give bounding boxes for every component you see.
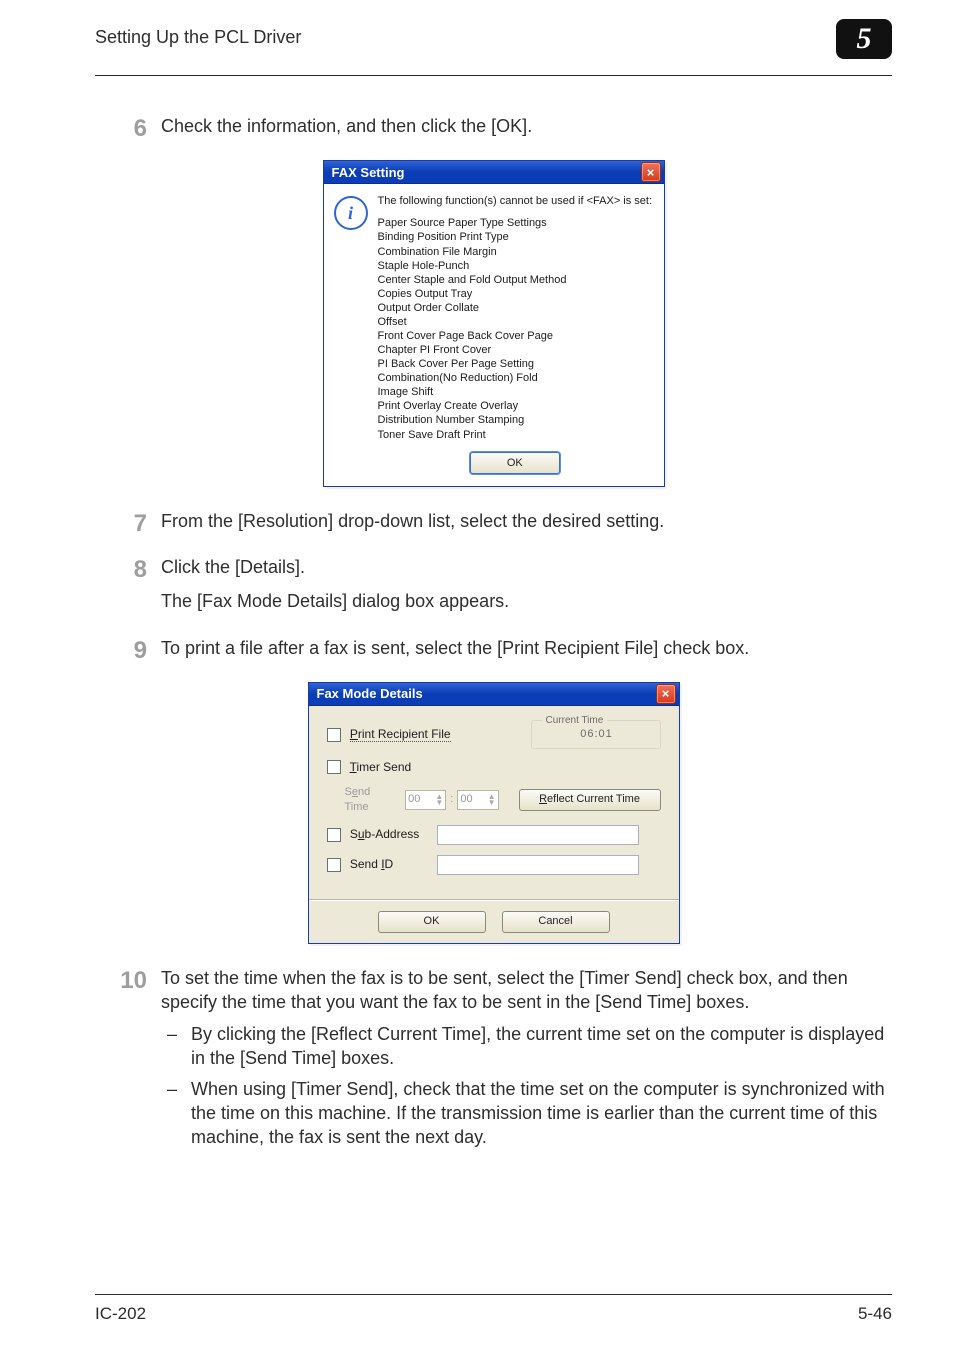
value: 00 (460, 792, 472, 807)
ok-button[interactable]: OK (378, 911, 486, 933)
step-number: 8 (95, 555, 161, 622)
step-bullet: By clicking the [Reflect Current Time], … (161, 1022, 892, 1071)
footer-right: 5-46 (858, 1303, 892, 1326)
print-recipient-checkbox[interactable]: Print Recipient File (327, 726, 451, 742)
close-icon[interactable]: × (656, 684, 676, 704)
function-line: Center Staple and Fold Output Method (378, 273, 653, 287)
step-10: 10 To set the time when the fax is to be… (95, 966, 892, 1156)
step-number: 9 (95, 636, 161, 668)
cancel-button[interactable]: Cancel (502, 911, 610, 933)
ok-button[interactable]: OK (470, 452, 560, 474)
checkbox-label: Print Recipient File (350, 727, 451, 742)
send-time-label: Send Time (345, 785, 394, 815)
fax-mode-details-dialog: Fax Mode Details × Print Recipient File … (308, 682, 680, 944)
step-7: 7 From the [Resolution] drop-down list, … (95, 509, 892, 541)
checkbox-label: Sub-Address (350, 827, 419, 841)
step-bullet: When using [Timer Send], check that the … (161, 1077, 892, 1150)
function-line: Binding Position Print Type (378, 230, 653, 244)
step-number: 10 (95, 966, 161, 1156)
lead-text: The following function(s) cannot be used… (378, 194, 653, 208)
current-time-group: Current Time 06:01 (531, 720, 661, 749)
section-title: Setting Up the PCL Driver (95, 27, 301, 47)
current-time-value: 06:01 (540, 727, 654, 742)
page-footer: IC-202 5-46 (95, 1294, 892, 1326)
value: 00 (408, 792, 420, 807)
close-icon[interactable]: × (641, 162, 661, 182)
send-time-hours[interactable]: 00 ▲▼ (405, 790, 446, 810)
info-icon: i (334, 196, 368, 230)
sub-address-checkbox[interactable]: Sub-Address (327, 826, 437, 842)
step-text: Check the information, and then click th… (161, 114, 892, 138)
step-subtext: The [Fax Mode Details] dialog box appear… (161, 589, 892, 613)
checkbox-icon (327, 858, 341, 872)
dialog-title: Fax Mode Details (317, 685, 423, 703)
function-line: Distribution Number Stamping (378, 413, 653, 427)
titlebar[interactable]: Fax Mode Details × (309, 683, 679, 706)
step-9: 9 To print a file after a fax is sent, s… (95, 636, 892, 668)
footer-left: IC-202 (95, 1303, 146, 1326)
step-text: To set the time when the fax is to be se… (161, 966, 892, 1015)
function-line: Combination(No Reduction) Fold (378, 371, 653, 385)
page-header: Setting Up the PCL Driver 5 (95, 25, 892, 76)
step-number: 6 (95, 114, 161, 146)
function-line: Copies Output Tray (378, 287, 653, 301)
send-time-row: Send Time 00 ▲▼ : 00 ▲▼ Reflect Current … (327, 785, 661, 815)
step-6: 6 Check the information, and then click … (95, 114, 892, 146)
step-text: Click the [Details]. (161, 555, 892, 579)
chapter-number: 5 (836, 19, 892, 59)
function-line: Front Cover Page Back Cover Page (378, 329, 653, 343)
send-time-minutes[interactable]: 00 ▲▼ (457, 790, 498, 810)
function-line: Print Overlay Create Overlay (378, 399, 653, 413)
send-id-checkbox[interactable]: Send ID (327, 856, 437, 872)
function-line: Image Shift (378, 385, 653, 399)
reflect-current-time-button[interactable]: Reflect Current Time (519, 789, 661, 811)
current-time-label: Current Time (542, 714, 608, 728)
dialog-title: FAX Setting (332, 164, 405, 182)
fax-setting-dialog: FAX Setting × i The following function(s… (323, 160, 665, 486)
checkbox-label: Timer Send (350, 760, 412, 774)
checkbox-icon (327, 760, 341, 774)
function-line: Offset (378, 315, 653, 329)
sub-address-field[interactable] (437, 825, 639, 845)
timer-send-checkbox[interactable]: Timer Send (327, 759, 412, 775)
titlebar[interactable]: FAX Setting × (324, 161, 664, 184)
function-line: Paper Source Paper Type Settings (378, 216, 653, 230)
function-line: Toner Save Draft Print (378, 428, 653, 442)
function-line: Combination File Margin (378, 245, 653, 259)
step-8: 8 Click the [Details]. The [Fax Mode Det… (95, 555, 892, 622)
step-text: To print a file after a fax is sent, sel… (161, 636, 892, 660)
send-id-field[interactable] (437, 855, 639, 875)
step-text: From the [Resolution] drop-down list, se… (161, 509, 892, 533)
time-separator: : (450, 792, 453, 807)
function-line: Output Order Collate (378, 301, 653, 315)
checkbox-icon (327, 728, 341, 742)
function-line: PI Back Cover Per Page Setting (378, 357, 653, 371)
dialog-message: The following function(s) cannot be used… (378, 194, 653, 473)
function-line: Chapter PI Front Cover (378, 343, 653, 357)
checkbox-icon (327, 828, 341, 842)
spinner-arrows-icon: ▲▼ (488, 794, 496, 806)
step-number: 7 (95, 509, 161, 541)
checkbox-label: Send ID (350, 857, 393, 871)
spinner-arrows-icon: ▲▼ (435, 794, 443, 806)
function-line: Staple Hole-Punch (378, 259, 653, 273)
